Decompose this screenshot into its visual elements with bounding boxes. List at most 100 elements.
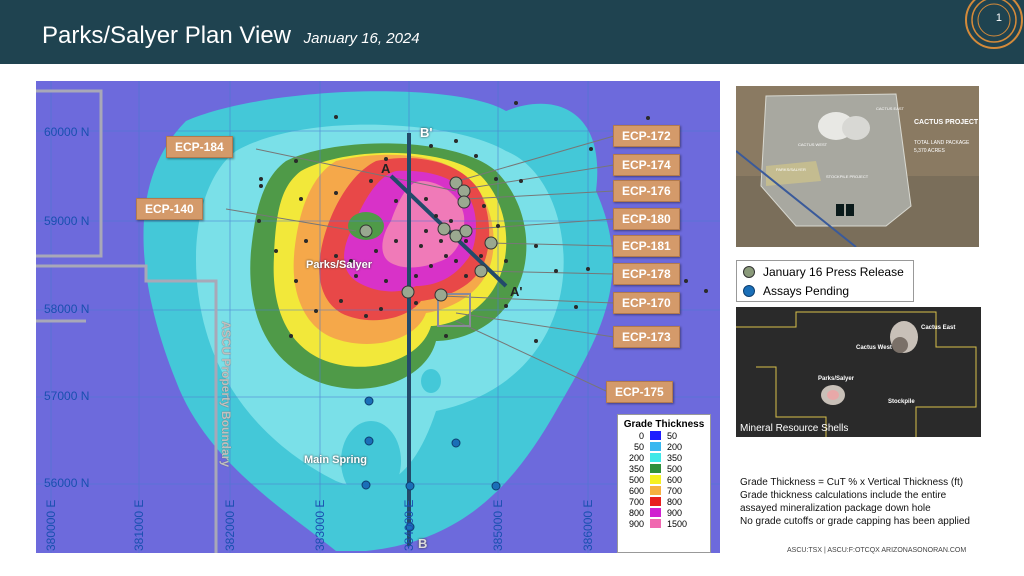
header-bar: Parks/Salyer Plan View January 16, 2024 … bbox=[0, 0, 1024, 64]
legend-swatch bbox=[650, 519, 661, 528]
inset2-label-parks-salyer: Parks/Salyer bbox=[818, 376, 855, 382]
legend-lo: 50 bbox=[633, 441, 644, 452]
drill-status-legend: January 16 Press Release Assays Pending bbox=[736, 260, 914, 302]
legend-lo: 350 bbox=[628, 463, 644, 474]
callout-ecp-140: ECP-140 bbox=[136, 198, 203, 220]
callout-ecp-180: ECP-180 bbox=[613, 208, 680, 230]
callout-ecp-175: ECP-175 bbox=[606, 381, 673, 403]
legend-lo: 200 bbox=[628, 452, 644, 463]
legend-row: 600 700 bbox=[624, 485, 710, 496]
legend-lo: 800 bbox=[628, 507, 644, 518]
legend-row: 50 200 bbox=[624, 441, 710, 452]
callout-ecp-181: ECP-181 bbox=[613, 235, 680, 257]
northing-56000: 56000 N bbox=[44, 476, 90, 490]
legend-lo: 500 bbox=[628, 474, 644, 485]
inset1-title: CACTUS PROJECT bbox=[914, 119, 979, 126]
easting-383000: 383000 E bbox=[313, 499, 327, 551]
note-line-4: No grade cutoffs or grade capping has be… bbox=[740, 516, 970, 527]
legend-hi: 600 bbox=[667, 474, 683, 485]
legend-row: 200 350 bbox=[624, 452, 710, 463]
northing-60000: 60000 N bbox=[44, 125, 90, 139]
grade-notes: Grade Thickness = CuT % x Vertical Thick… bbox=[740, 476, 970, 528]
northing-59000: 59000 N bbox=[44, 214, 90, 228]
plan-view-map: ECP-184 ECP-140 ECP-172 ECP-174 ECP-176 … bbox=[36, 81, 720, 553]
easting-382000: 382000 E bbox=[223, 499, 237, 551]
easting-380000: 380000 E bbox=[44, 499, 58, 551]
section-label-a: A bbox=[381, 161, 391, 176]
legend-hi: 200 bbox=[667, 441, 683, 452]
legend-swatch bbox=[650, 497, 661, 506]
legend-hi: 500 bbox=[667, 463, 683, 474]
legend-row: 800 900 bbox=[624, 507, 710, 518]
callout-ecp-173: ECP-173 bbox=[613, 326, 680, 348]
note-line-3: assayed mineralization package down hole bbox=[740, 503, 931, 514]
grade-thickness-legend: Grade Thickness 0 50 50 200 200 350 350 500 500 6… bbox=[617, 414, 711, 553]
inset1-label-stockpile: STOCKPILE PROJECT bbox=[826, 174, 869, 179]
legend-swatch bbox=[650, 486, 661, 495]
callout-ecp-178: ECP-178 bbox=[613, 263, 680, 285]
inset2-label-cactus-west: Cactus West bbox=[856, 345, 892, 351]
section-label-a-prime: A' bbox=[510, 284, 523, 299]
legend-hi: 1500 bbox=[667, 518, 688, 529]
legend-lo: 700 bbox=[628, 496, 644, 507]
press-release-dot-icon bbox=[743, 265, 755, 278]
inset1-label-cactus-west: CACTUS WEST bbox=[798, 142, 828, 147]
inset1-subtitle: TOTAL LAND PACKAGE bbox=[914, 140, 970, 146]
footer-ticker: ASCU:TSX | ASCU:F:OTCQX ARIZONASONORAN.C… bbox=[787, 547, 967, 554]
area-label-main-spring: Main Spring bbox=[304, 454, 367, 466]
legend-item-assays-pending: Assays Pending bbox=[743, 282, 913, 299]
callout-ecp-170: ECP-170 bbox=[613, 292, 680, 314]
mineral-resource-shells-inset: Cactus East Cactus West Parks/Salyer Sto… bbox=[736, 307, 981, 437]
assays-pending-dot-icon bbox=[743, 284, 755, 297]
legend-hi: 900 bbox=[667, 507, 683, 518]
page-title: Parks/Salyer Plan View January 16, 2024 bbox=[42, 22, 420, 50]
cactus-project-aerial-inset: CACTUS PROJECT TOTAL LAND PACKAGE 5,370 … bbox=[735, 86, 979, 248]
legend-item-press-release: January 16 Press Release bbox=[743, 263, 913, 280]
legend-hi: 50 bbox=[667, 430, 678, 441]
legend-row: 500 600 bbox=[624, 474, 710, 485]
legend-row: 350 500 bbox=[624, 463, 710, 474]
inset1-label-parks-salyer: PARKS/SALYER bbox=[776, 167, 806, 172]
callout-ecp-184: ECP-184 bbox=[166, 136, 233, 158]
note-line-1: Grade Thickness = CuT % x Vertical Thick… bbox=[740, 477, 964, 488]
section-label-b-prime: B' bbox=[420, 125, 433, 140]
inset1-acres: 5,370 ACRES bbox=[914, 148, 946, 154]
legend-swatch bbox=[650, 508, 661, 517]
inset2-label-stockpile: Stockpile bbox=[888, 399, 915, 405]
legend-label-assays-pending: Assays Pending bbox=[763, 283, 850, 298]
easting-384000: 384000 E bbox=[402, 499, 416, 551]
legend-swatch bbox=[650, 464, 661, 473]
northing-58000: 58000 N bbox=[44, 302, 90, 316]
northing-57000: 57000 N bbox=[44, 389, 90, 403]
callout-ecp-174: ECP-174 bbox=[613, 154, 680, 176]
inset2-label-cactus-east: Cactus East bbox=[921, 325, 955, 331]
legend-label-press-release: January 16 Press Release bbox=[763, 264, 904, 279]
easting-385000: 385000 E bbox=[491, 499, 505, 551]
legend-hi: 350 bbox=[667, 452, 683, 463]
legend-swatch bbox=[650, 442, 661, 451]
title-date: January 16, 2024 bbox=[303, 30, 420, 47]
legend-row: 900 1500 bbox=[624, 518, 710, 529]
note-line-2: Grade thickness calculations include the… bbox=[740, 490, 947, 501]
legend-hi: 800 bbox=[667, 496, 683, 507]
easting-386000: 386000 E bbox=[581, 499, 595, 551]
section-label-b: B bbox=[418, 536, 428, 551]
legend-swatch bbox=[650, 431, 661, 440]
title-text: Parks/Salyer Plan View bbox=[42, 22, 291, 49]
legend-hi: 700 bbox=[667, 485, 683, 496]
inset1-label-cactus-east: CACTUS EAST bbox=[876, 106, 905, 111]
inset2-caption: Mineral Resource Shells bbox=[740, 423, 848, 434]
area-label-parks-salyer: Parks/Salyer bbox=[306, 259, 373, 271]
legend-lo: 900 bbox=[628, 518, 644, 529]
legend-rows: 0 50 50 200 200 350 350 500 500 600 600 700 700 800 80… bbox=[618, 430, 710, 529]
legend-swatch bbox=[650, 453, 661, 462]
property-boundary-label: ASCU Property Boundary bbox=[219, 321, 233, 468]
callout-ecp-176: ECP-176 bbox=[613, 180, 680, 202]
legend-swatch bbox=[650, 475, 661, 484]
legend-row: 0 50 bbox=[624, 430, 710, 441]
legend-title: Grade Thickness bbox=[623, 419, 705, 430]
logo-rings-icon bbox=[965, 0, 1023, 49]
legend-lo: 0 bbox=[638, 430, 644, 441]
easting-381000: 381000 E bbox=[132, 499, 146, 551]
legend-row: 700 800 bbox=[624, 496, 710, 507]
